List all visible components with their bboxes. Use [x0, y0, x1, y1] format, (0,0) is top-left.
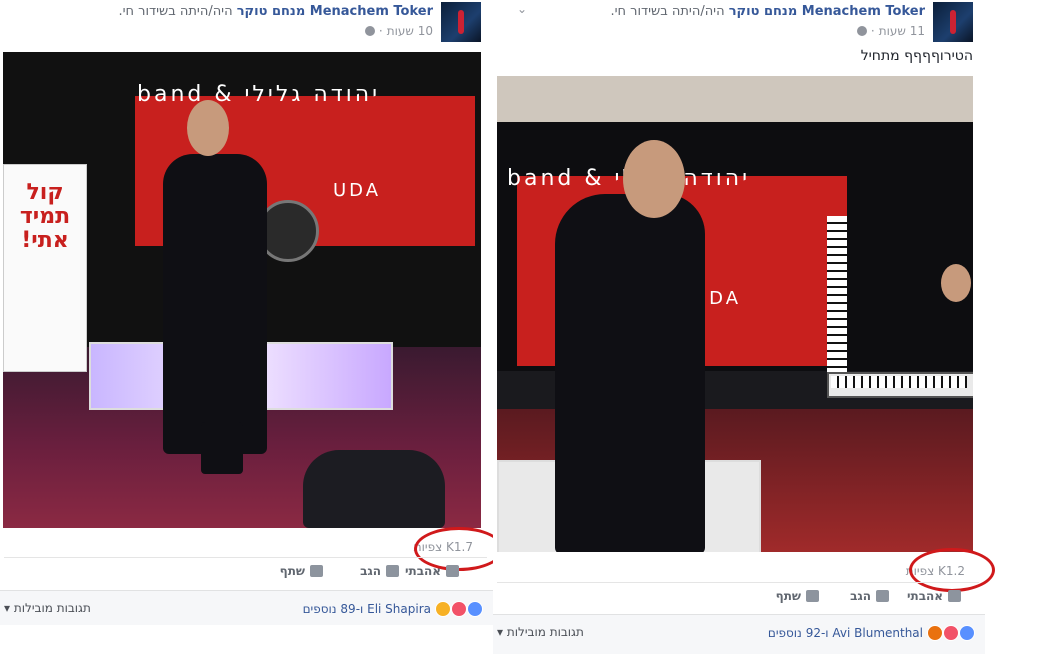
share-button[interactable]: שתף — [776, 589, 819, 603]
singer — [163, 154, 267, 454]
singer — [555, 194, 705, 552]
wow-reaction-icon — [435, 601, 451, 617]
keyboardist-head — [941, 264, 971, 302]
ceiling — [497, 76, 973, 122]
like-reaction-icon — [467, 601, 483, 617]
post-right: Menachem Toker מנחם טוקר היה/היתה בשידור… — [493, 0, 995, 654]
love-reaction-icon — [943, 625, 959, 641]
post-time: 11 שעות · — [856, 24, 925, 38]
like-button[interactable]: אהבתי — [405, 564, 459, 578]
video-player[interactable]: band & יהודה גלילי UDA — [497, 76, 973, 552]
share-button[interactable]: שתף — [280, 564, 323, 578]
share-icon — [806, 590, 819, 602]
author-line: Menachem Toker מנחם טוקר היה/היתה בשידור… — [610, 4, 925, 19]
divider — [497, 582, 979, 583]
piano-graphic — [827, 216, 847, 376]
like-label: אהבתי — [906, 589, 943, 603]
share-label: שתף — [775, 589, 801, 603]
chevron-down-icon: ▾ — [4, 601, 11, 615]
guitar-case — [303, 450, 445, 528]
keyboard-keys — [831, 376, 967, 388]
banner-text: band & יהודה גלילי — [137, 82, 381, 107]
author-name[interactable]: Menachem Toker מנחם טוקר — [729, 4, 925, 19]
like-icon — [446, 565, 459, 577]
angry-reaction-icon — [927, 625, 943, 641]
radio-sign: קול תמיד אתי! — [3, 164, 87, 372]
live-status: היה/היתה בשידור חי. — [118, 4, 233, 19]
radio-sign-text: קול תמיד אתי! — [19, 180, 71, 253]
top-comments-label: תגובות מובילות — [506, 625, 584, 639]
top-comments-dropdown[interactable]: תגובות מובילות ▾ — [497, 625, 584, 639]
comment-label: הגב — [360, 564, 381, 578]
action-bar: אהבתי הגב שתף — [493, 585, 985, 611]
singer-head — [623, 140, 685, 218]
share-icon — [310, 565, 323, 577]
author-name[interactable]: Menachem Toker מנחם טוקר — [237, 4, 433, 19]
singer-head — [187, 100, 229, 156]
comment-icon — [386, 565, 399, 577]
timestamp[interactable]: 10 שעות — [387, 24, 433, 38]
comment-button[interactable]: הגב — [850, 589, 889, 603]
reactions-bar: Eli Shapira ו-89 נוספים תגובות מובילות ▾ — [0, 590, 493, 625]
post-text: הטירוףףףף מתחיל — [860, 48, 973, 64]
comment-icon — [876, 590, 889, 602]
post-left: Menachem Toker מנחם טוקר היה/היתה בשידור… — [0, 0, 504, 653]
love-reaction-icon — [451, 601, 467, 617]
comment-label: הגב — [850, 589, 871, 603]
singer-legs — [201, 422, 243, 474]
reaction-summary[interactable]: Eli Shapira ו-89 נוספים — [303, 601, 483, 617]
like-label: אהבתי — [404, 564, 441, 578]
globe-icon — [364, 26, 375, 36]
reaction-names[interactable]: Eli Shapira ו-89 נוספים — [303, 602, 431, 616]
video-player[interactable]: band & יהודה גלילי UDA קול תמיד אתי! — [3, 52, 481, 528]
avatar[interactable] — [441, 2, 481, 42]
live-status: היה/היתה בשידור חי. — [610, 4, 725, 19]
divider — [4, 557, 487, 558]
post-options-chevron-icon[interactable]: ⌄ — [517, 2, 527, 16]
reaction-summary[interactable]: Avi Blumenthal ו-92 נוספים — [768, 625, 975, 641]
post-header: Menachem Toker מנחם טוקר היה/היתה בשידור… — [21, 2, 481, 42]
avatar[interactable] — [933, 2, 973, 42]
action-bar: אהבתי הגב שתף — [0, 560, 493, 586]
globe-icon — [856, 26, 867, 36]
like-icon — [948, 590, 961, 602]
share-label: שתף — [279, 564, 305, 578]
banner-subtext: UDA — [333, 180, 382, 201]
post-header: Menachem Toker מנחם טוקר היה/היתה בשידור… — [513, 2, 973, 42]
post-time: 10 שעות · — [364, 24, 433, 38]
timestamp[interactable]: 11 שעות — [879, 24, 925, 38]
like-reaction-icon — [959, 625, 975, 641]
like-button[interactable]: אהבתי — [907, 589, 961, 603]
reaction-names[interactable]: Avi Blumenthal ו-92 נוספים — [768, 626, 923, 640]
reactions-bar: Avi Blumenthal ו-92 נוספים תגובות מובילו… — [493, 614, 985, 654]
comment-button[interactable]: הגב — [360, 564, 399, 578]
chevron-down-icon: ▾ — [497, 625, 504, 639]
top-comments-dropdown[interactable]: תגובות מובילות ▾ — [4, 601, 91, 615]
author-line: Menachem Toker מנחם טוקר היה/היתה בשידור… — [118, 4, 433, 19]
top-comments-label: תגובות מובילות — [13, 601, 91, 615]
